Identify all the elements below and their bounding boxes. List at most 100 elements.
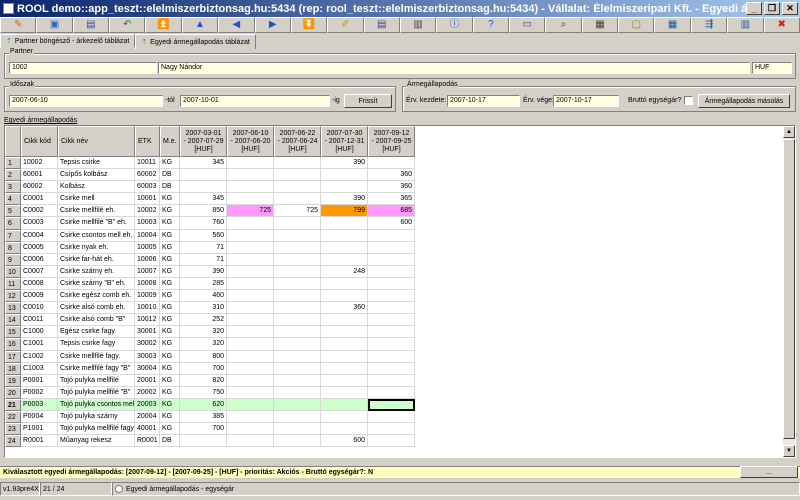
table-cell[interactable]: Csirke mellfilé eh.: [58, 205, 135, 218]
table-cell[interactable]: [274, 302, 321, 315]
table-cell[interactable]: [368, 386, 415, 399]
table-cell[interactable]: Csirke szárny eh.: [58, 265, 135, 278]
table-cell[interactable]: DB: [160, 181, 180, 194]
table-row[interactable]: 9 C0006 Csirke far-hát eh. 10006 KG 71: [5, 253, 415, 266]
table-cell[interactable]: [274, 314, 321, 327]
table-cell[interactable]: 820: [180, 374, 227, 387]
back-button[interactable]: ◀: [218, 17, 255, 33]
table-row[interactable]: 17 C1002 Csirke mellfilé fagy. 30003 KG 800: [5, 350, 415, 363]
table-cell[interactable]: 390: [180, 265, 227, 278]
table-cell[interactable]: C0001: [21, 193, 58, 206]
table-cell[interactable]: 10002: [21, 157, 58, 170]
table-cell[interactable]: [321, 374, 368, 387]
table-cell[interactable]: Tojó pulyka mellfilé "B": [58, 386, 135, 399]
table-row[interactable]: 24 R0001 Műanyag rekesz R0001 DB 600: [5, 435, 415, 448]
table-cell[interactable]: 600: [321, 435, 368, 448]
table-row[interactable]: 8 C0005 Csirke nyak eh. 10005 KG 71: [5, 241, 415, 254]
scroll-thumb[interactable]: [783, 139, 795, 439]
table-cell[interactable]: [368, 253, 415, 266]
partner-currency-field[interactable]: HUF: [752, 62, 792, 74]
copy-agreement-button[interactable]: Ármegállapodás másolás: [698, 94, 790, 108]
table-cell[interactable]: 345: [180, 157, 227, 170]
table-row[interactable]: 13 C0010 Csirke alsó comb eh. 10010 KG 310 360: [5, 302, 415, 315]
table-row[interactable]: 3 60002 Kolbász 60003 DB 360: [5, 181, 415, 194]
table-cell[interactable]: Csirke mellfilé fagy "B": [58, 362, 135, 375]
table-cell[interactable]: 10006: [135, 253, 160, 266]
table-cell[interactable]: [227, 169, 274, 182]
table-cell[interactable]: P0003: [21, 398, 58, 411]
table-cell[interactable]: [321, 241, 368, 254]
table-cell[interactable]: [227, 290, 274, 303]
table-cell[interactable]: 10010: [135, 302, 160, 315]
table-cell[interactable]: 620: [180, 398, 227, 411]
table-cell[interactable]: [321, 217, 368, 230]
table-cell[interactable]: 725: [274, 205, 321, 218]
table-cell[interactable]: Csirke nyak eh.: [58, 241, 135, 254]
table-cell[interactable]: 360: [368, 169, 415, 182]
table-cell[interactable]: 71: [180, 241, 227, 254]
table-cell[interactable]: [274, 265, 321, 278]
table-cell[interactable]: [368, 241, 415, 254]
table-cell[interactable]: 725: [227, 205, 274, 218]
table-row[interactable]: 23 P1001 Tojó pulyka mellfilé fagy 40001 KG 7…: [5, 423, 415, 436]
period-from-field[interactable]: 2007-06-10: [9, 95, 163, 107]
table-cell[interactable]: [368, 338, 415, 351]
table-cell[interactable]: 685: [368, 205, 415, 218]
table-cell[interactable]: C1001: [21, 338, 58, 351]
table-cell[interactable]: KG: [160, 290, 180, 303]
note-button[interactable]: ▢: [618, 17, 655, 33]
date-column-header[interactable]: 2007-03-01- 2007-07-29 [HUF]: [180, 126, 227, 157]
table-cell[interactable]: [274, 386, 321, 399]
table-cell[interactable]: R0001: [135, 435, 160, 448]
table-cell[interactable]: [274, 338, 321, 351]
edit-note-button[interactable]: ✐: [327, 17, 364, 33]
close-button[interactable]: ✕: [782, 2, 798, 15]
open-button[interactable]: ▣: [36, 17, 73, 33]
table-row[interactable]: 12 C0009 Csirke egész comb eh. 10009 KG 460: [5, 290, 415, 303]
table-cell[interactable]: [227, 362, 274, 375]
date-column-header[interactable]: 2007-09-12- 2007-09-25 [HUF]: [368, 126, 415, 157]
table-cell[interactable]: [274, 253, 321, 266]
table-row[interactable]: 14 C0011 Csirke alsó comb "B" 10012 KG 252: [5, 314, 415, 327]
table-cell[interactable]: KG: [160, 362, 180, 375]
table-cell[interactable]: [368, 435, 415, 448]
table-cell[interactable]: 20003: [135, 398, 160, 411]
table-cell[interactable]: DB: [160, 169, 180, 182]
table-cell[interactable]: C0009: [21, 290, 58, 303]
table-cell[interactable]: KG: [160, 229, 180, 242]
agreement-start-field[interactable]: 2007-10-17: [447, 95, 520, 107]
table-row[interactable]: 21 P0003 Tojó pulyka csontos mell 20003 KG 62…: [5, 398, 415, 411]
table-cell[interactable]: P0004: [21, 410, 58, 424]
table-cell[interactable]: Csirke far-hát eh.: [58, 253, 135, 266]
table-cell[interactable]: C0008: [21, 277, 58, 291]
table-cell[interactable]: 20004: [135, 410, 160, 424]
table-cell[interactable]: 10007: [135, 265, 160, 278]
table-cell[interactable]: [368, 374, 415, 387]
table-cell[interactable]: [274, 193, 321, 206]
table-cell[interactable]: [321, 362, 368, 375]
table-cell[interactable]: C0006: [21, 253, 58, 266]
table-cell[interactable]: R0001: [21, 435, 58, 448]
table-cell[interactable]: [227, 157, 274, 170]
table-cell[interactable]: [227, 314, 274, 327]
table-cell[interactable]: [274, 181, 321, 194]
refresh-button[interactable]: Frissít: [344, 94, 392, 108]
table-row[interactable]: 10 C0007 Csirke szárny eh. 10007 KG 390 248: [5, 265, 415, 278]
table-cell[interactable]: 60003: [135, 181, 160, 194]
table-cell[interactable]: KG: [160, 253, 180, 266]
table-cell[interactable]: 750: [180, 386, 227, 399]
columns-button[interactable]: ▥: [727, 17, 764, 33]
table-cell[interactable]: P0002: [21, 386, 58, 399]
info-button[interactable]: ⓘ: [436, 17, 473, 33]
table-cell[interactable]: [227, 326, 274, 339]
table-cell[interactable]: [227, 386, 274, 399]
table-cell[interactable]: KG: [160, 265, 180, 278]
table-cell[interactable]: [180, 181, 227, 194]
table-cell[interactable]: [274, 169, 321, 182]
table-cell[interactable]: KG: [160, 193, 180, 206]
table-cell[interactable]: 390: [321, 193, 368, 206]
table-cell[interactable]: C0007: [21, 265, 58, 278]
table-cell[interactable]: 10004: [135, 229, 160, 242]
table-cell[interactable]: [321, 410, 368, 424]
table-cell[interactable]: C0005: [21, 241, 58, 254]
